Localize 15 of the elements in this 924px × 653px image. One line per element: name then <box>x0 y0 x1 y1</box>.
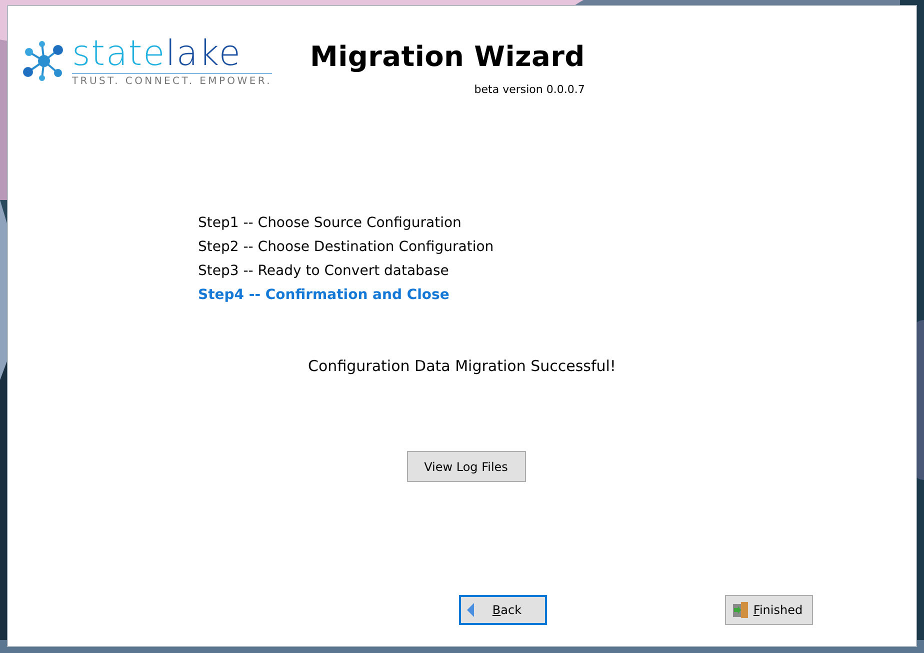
version-label: beta version 0.0.0.7 <box>474 83 585 96</box>
molecule-icon <box>22 40 66 82</box>
step-label: Step2 -- Choose Destination Configuration <box>198 238 495 257</box>
wizard-title: Migration Wizard <box>310 40 585 73</box>
step-label: Step1 -- Choose Source Configuration <box>198 214 462 233</box>
view-log-files-button[interactable]: View Log Files <box>406 451 526 482</box>
triangle-left-icon <box>467 603 475 617</box>
exit-door-icon <box>732 601 750 619</box>
step-label: Step4 -- Confirmation and Close <box>198 286 450 305</box>
logo-tagline: TRUST. CONNECT. EMPOWER. <box>72 76 272 86</box>
step-label: Step3 -- Ready to Convert database <box>198 262 450 281</box>
logo-wordmark: state lake <box>72 36 272 74</box>
finished-button[interactable]: Finished <box>725 595 813 625</box>
success-message: Configuration Data Migration Successful! <box>308 357 616 375</box>
back-button[interactable]: Back <box>459 595 547 625</box>
